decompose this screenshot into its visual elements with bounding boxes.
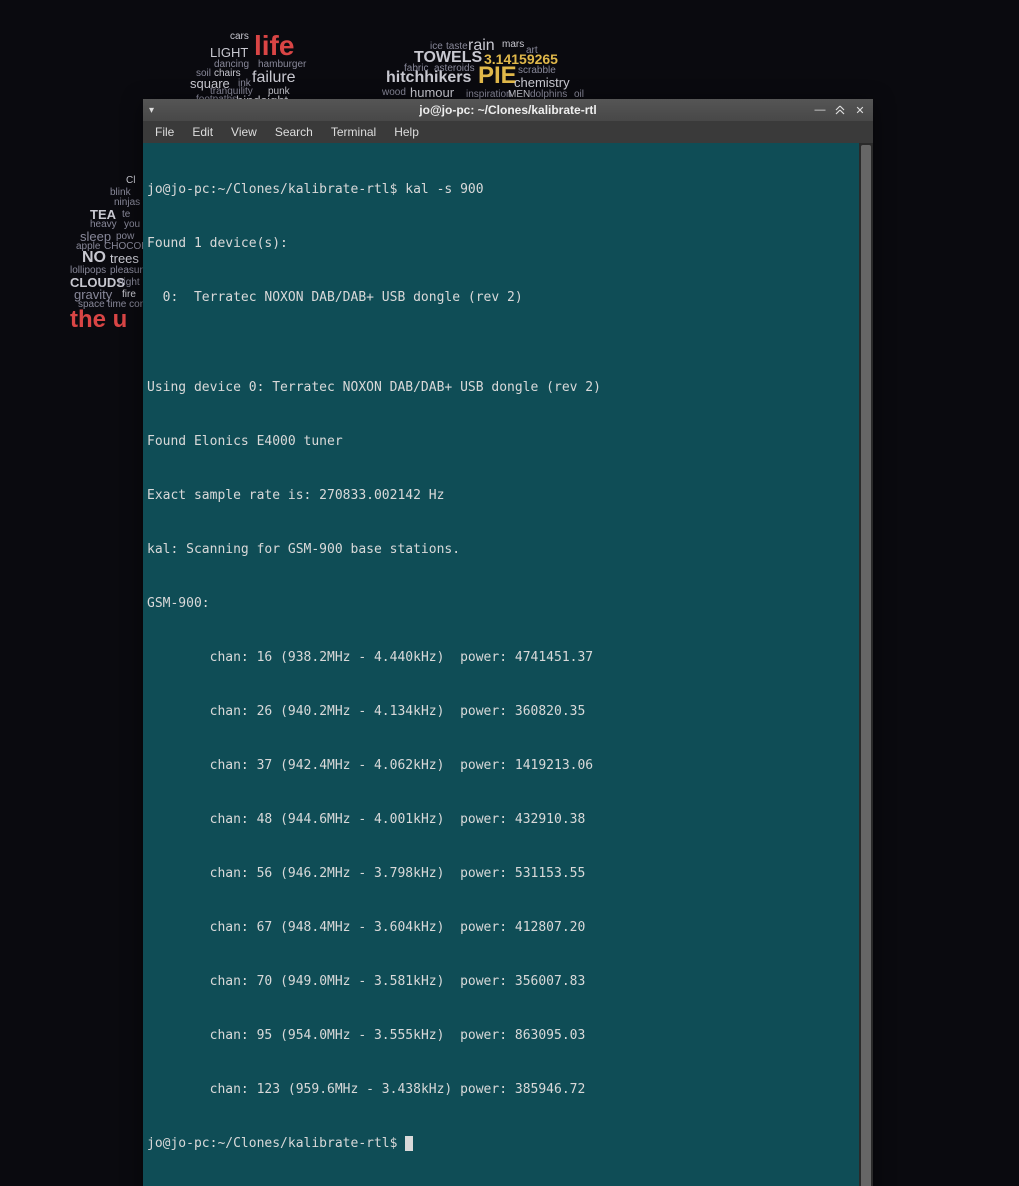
wc-word: mars bbox=[502, 40, 524, 50]
wc-word-life: life bbox=[254, 32, 294, 60]
wc-word: wood bbox=[382, 88, 406, 98]
minimize-button[interactable]: — bbox=[813, 103, 827, 117]
wc-word: Cl bbox=[126, 176, 135, 186]
menubar: File Edit View Search Terminal Help bbox=[143, 121, 873, 143]
window-controls: — ✕ bbox=[813, 103, 867, 117]
wc-word: LIGHT bbox=[210, 46, 248, 59]
scrollbar[interactable] bbox=[859, 143, 873, 1186]
wc-word: chemistry bbox=[514, 76, 570, 89]
terminal-line: 0: Terratec NOXON DAB/DAB+ USB dongle (r… bbox=[143, 289, 873, 307]
command: kal -s 900 bbox=[405, 182, 483, 197]
cursor bbox=[405, 1136, 413, 1151]
prompt: jo@jo-pc:~/Clones/kalibrate-rtl$ bbox=[147, 1136, 405, 1151]
window-title: jo@jo-pc: ~/Clones/kalibrate-rtl bbox=[143, 103, 873, 117]
wc-word: NO bbox=[82, 250, 106, 266]
terminal-line: jo@jo-pc:~/Clones/kalibrate-rtl$ kal -s … bbox=[143, 181, 873, 199]
terminal-line: chan: 70 (949.0MHz - 3.581kHz) power: 35… bbox=[143, 973, 873, 991]
wc-word: cars bbox=[230, 32, 249, 42]
menu-help[interactable]: Help bbox=[386, 123, 427, 141]
terminal-line: kal: Scanning for GSM-900 base stations. bbox=[143, 541, 873, 559]
terminal-line: chan: 26 (940.2MHz - 4.134kHz) power: 36… bbox=[143, 703, 873, 721]
wc-word: humour bbox=[410, 86, 454, 99]
wc-word: you bbox=[124, 220, 140, 230]
wc-word-pie: PIE bbox=[478, 64, 517, 88]
wc-word: ninjas bbox=[114, 198, 140, 208]
terminal-line: chan: 48 (944.6MHz - 4.001kHz) power: 43… bbox=[143, 811, 873, 829]
menu-edit[interactable]: Edit bbox=[184, 123, 221, 141]
terminal-line: chan: 123 (959.6MHz - 3.438kHz) power: 3… bbox=[143, 1081, 873, 1099]
terminal-line: GSM-900: bbox=[143, 595, 873, 613]
menu-view[interactable]: View bbox=[223, 123, 265, 141]
wc-word: hitchhikers bbox=[386, 70, 471, 86]
window-menu-icon[interactable]: ▾ bbox=[149, 105, 154, 116]
terminal-line: Exact sample rate is: 270833.002142 Hz bbox=[143, 487, 873, 505]
wc-word: trees bbox=[110, 252, 139, 265]
terminal-line: Found 1 device(s): bbox=[143, 235, 873, 253]
terminal-line: Using device 0: Terratec NOXON DAB/DAB+ … bbox=[143, 379, 873, 397]
maximize-icon bbox=[835, 105, 845, 115]
scrollbar-thumb[interactable] bbox=[861, 145, 871, 1186]
wc-word: night bbox=[118, 278, 140, 288]
terminal-line: chan: 16 (938.2MHz - 4.440kHz) power: 47… bbox=[143, 649, 873, 667]
menu-file[interactable]: File bbox=[147, 123, 182, 141]
prompt: jo@jo-pc:~/Clones/kalibrate-rtl$ bbox=[147, 182, 405, 197]
terminal-line: chan: 67 (948.4MHz - 3.604kHz) power: 41… bbox=[143, 919, 873, 937]
terminal-line: jo@jo-pc:~/Clones/kalibrate-rtl$ bbox=[143, 1135, 873, 1153]
menu-terminal[interactable]: Terminal bbox=[323, 123, 384, 141]
menu-search[interactable]: Search bbox=[267, 123, 321, 141]
maximize-button[interactable] bbox=[833, 103, 847, 117]
close-button[interactable]: ✕ bbox=[853, 103, 867, 117]
titlebar[interactable]: ▾ jo@jo-pc: ~/Clones/kalibrate-rtl — ✕ bbox=[143, 99, 873, 121]
wc-word: failure bbox=[252, 70, 296, 86]
terminal-window: ▾ jo@jo-pc: ~/Clones/kalibrate-rtl — ✕ F… bbox=[143, 99, 873, 1186]
terminal-body[interactable]: jo@jo-pc:~/Clones/kalibrate-rtl$ kal -s … bbox=[143, 143, 873, 1186]
terminal-line: chan: 56 (946.2MHz - 3.798kHz) power: 53… bbox=[143, 865, 873, 883]
terminal-line: Found Elonics E4000 tuner bbox=[143, 433, 873, 451]
terminal-line: chan: 95 (954.0MHz - 3.555kHz) power: 86… bbox=[143, 1027, 873, 1045]
terminal-line: chan: 37 (942.4MHz - 4.062kHz) power: 14… bbox=[143, 757, 873, 775]
wc-word-the-u: the u bbox=[70, 308, 127, 332]
